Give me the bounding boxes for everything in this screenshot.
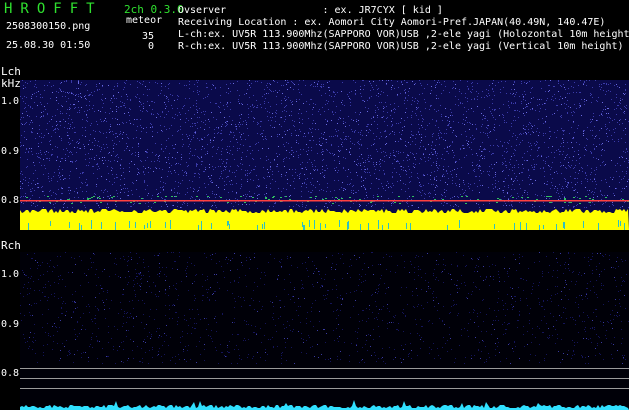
rch-ytick-3: 0.8 [1, 368, 20, 379]
rch-ytick-2: 0.9 [1, 319, 20, 330]
observer-info: Ovserver : ex. JR7CYX [ kid ] [178, 5, 443, 16]
rch-spectrogram-canvas [20, 252, 629, 410]
datetime-label: 25.08.30 01:50 [6, 40, 91, 51]
lch-spectrogram [20, 80, 629, 230]
rch-info: R-ch:ex. UV5R 113.900Mhz(SAPPORO VOR)USB… [178, 41, 624, 52]
version-label: 2ch 0.3.0 [124, 3, 184, 16]
rch-background [20, 252, 629, 410]
app-logo: HROFFT [4, 1, 103, 17]
location-info: Receiving Location : ex. Aomori City Aom… [178, 17, 606, 28]
lch-spectrogram-canvas [20, 80, 629, 230]
lch-ytick-2: 0.9 [1, 146, 20, 157]
lch-unit: kHz [1, 77, 21, 90]
rch-spectrogram [20, 252, 629, 410]
rch-marker-line [20, 378, 629, 379]
lch-carrier-line [20, 200, 629, 202]
lch-info: L-ch:ex. UV5R 113.900Mhz(SAPPORO VOR)USB… [178, 29, 629, 40]
mode-label: meteor [126, 15, 163, 26]
rch-count: 0 [147, 41, 154, 52]
rch-marker-line [20, 388, 629, 389]
lch-ytick-3: 0.8 [1, 195, 20, 206]
lch-ytick-1: 1.0 [1, 96, 20, 107]
filename-label: 2508300150.png [6, 21, 91, 32]
rch-label: Rch [1, 239, 21, 252]
rch-ytick-1: 1.0 [1, 269, 20, 280]
lch-label: Lch [1, 65, 21, 78]
rch-marker-line [20, 368, 629, 369]
